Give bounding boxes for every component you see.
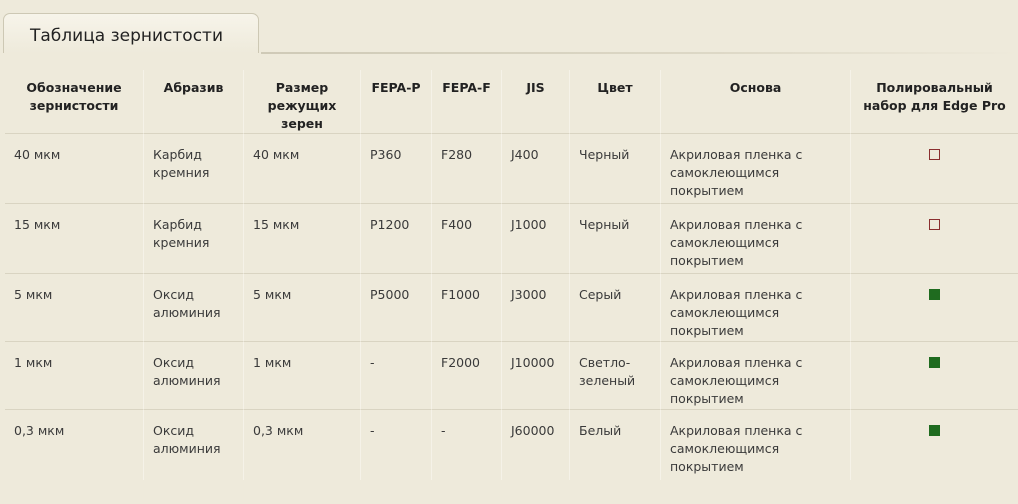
cell-color: Черный [569,204,660,274]
table-row: 15 мкм Карбид кремния 15 мкм P1200 F400 … [5,204,1018,274]
cell-polishing-kit [850,274,1018,342]
column-header-designation: Обозначение зернистости [5,70,143,134]
cell-fepa-f: F280 [431,134,501,204]
cell-polishing-kit [850,134,1018,204]
cell-fepa-p: - [360,342,431,410]
cell-backing: Акриловая пленка с самоклеющимся покрыти… [660,204,850,274]
cell-backing: Акриловая пленка с самоклеющимся покрыти… [660,134,850,204]
cell-color: Черный [569,134,660,204]
column-header-fepa-p: FEPA-P [360,70,431,134]
cell-polishing-kit [850,342,1018,410]
filled-square-icon [929,357,940,368]
tab-strip: Таблица зернистости [0,0,1018,54]
empty-square-icon [929,219,940,230]
cell-designation: 15 мкм [5,204,143,274]
cell-color: Серый [569,274,660,342]
tab-grit-table[interactable]: Таблица зернистости [3,13,259,53]
column-header-backing: Основа [660,70,850,134]
cell-abrasive: Оксид алюминия [143,274,243,342]
column-header-fepa-f: FEPA-F [431,70,501,134]
cell-fepa-p: P360 [360,134,431,204]
table-row: 40 мкм Карбид кремния 40 мкм P360 F280 J… [5,134,1018,204]
cell-designation: 0,3 мкм [14,423,65,438]
cell-grain-size: 15 мкм [243,204,360,274]
cell-designation: 5 мкм [5,274,143,342]
cell-abrasive: Оксид алюминия [143,342,243,410]
table-row: 0,3 мкм Оксид алюминия 0,3 мкм - - J6000… [5,410,1018,480]
table-row: 5 мкм Оксид алюминия 5 мкм P5000 F1000 J… [5,274,1018,342]
cell-grain-size: 0,3 мкм [243,410,360,480]
column-header-abrasive: Абразив [143,70,243,134]
column-header-jis: JIS [501,70,569,134]
cell-abrasive: Карбид кремния [143,134,243,204]
cell-fepa-f: F1000 [431,274,501,342]
cell-jis: J400 [501,134,569,204]
tab-divider [261,52,1018,54]
filled-square-icon [929,425,940,436]
cell-designation: 40 мкм [5,134,143,204]
filled-square-icon [929,289,940,300]
empty-square-icon [929,149,940,160]
tab-title: Таблица зернистости [30,26,223,46]
cell-backing: Акриловая пленка с самоклеющимся покрыти… [660,274,850,342]
cell-fepa-p: P1200 [360,204,431,274]
cell-abrasive: Оксид алюминия [143,410,243,480]
column-header-color: Цвет [569,70,660,134]
cell-grain-size: 40 мкм [243,134,360,204]
cell-grain-size: 1 мкм [243,342,360,410]
cell-fepa-p: P5000 [360,274,431,342]
table-header-row: Обозначение зернистости Абразив Размер р… [5,70,1018,134]
cell-jis: J10000 [501,342,569,410]
table-row: 1 мкм Оксид алюминия 1 мкм - F2000 J1000… [5,342,1018,410]
cell-polishing-kit [850,410,1018,480]
cell-fepa-f: - [431,410,501,480]
cell-backing: Акриловая пленка с самоклеющимся покрыти… [660,410,850,480]
cell-designation: 1 мкм [5,342,143,410]
cell-jis: J1000 [501,204,569,274]
grit-table: Обозначение зернистости Абразив Размер р… [5,70,1018,480]
cell-abrasive: Карбид кремния [143,204,243,274]
cell-color: Светло-зеленый [569,342,660,410]
cell-backing: Акриловая пленка с самоклеющимся покрыти… [660,342,850,410]
cell-jis: J60000 [501,410,569,480]
cell-grain-size: 5 мкм [243,274,360,342]
cell-fepa-p: - [360,410,431,480]
cell-jis: J3000 [501,274,569,342]
column-header-grain-size: Размер режущих зерен [243,70,360,134]
cell-fepa-f: F400 [431,204,501,274]
cell-polishing-kit [850,204,1018,274]
cell-fepa-f: F2000 [431,342,501,410]
cell-color: Белый [569,410,660,480]
column-header-polishing-kit: Полировальный набор для Edge Pro [850,70,1018,134]
